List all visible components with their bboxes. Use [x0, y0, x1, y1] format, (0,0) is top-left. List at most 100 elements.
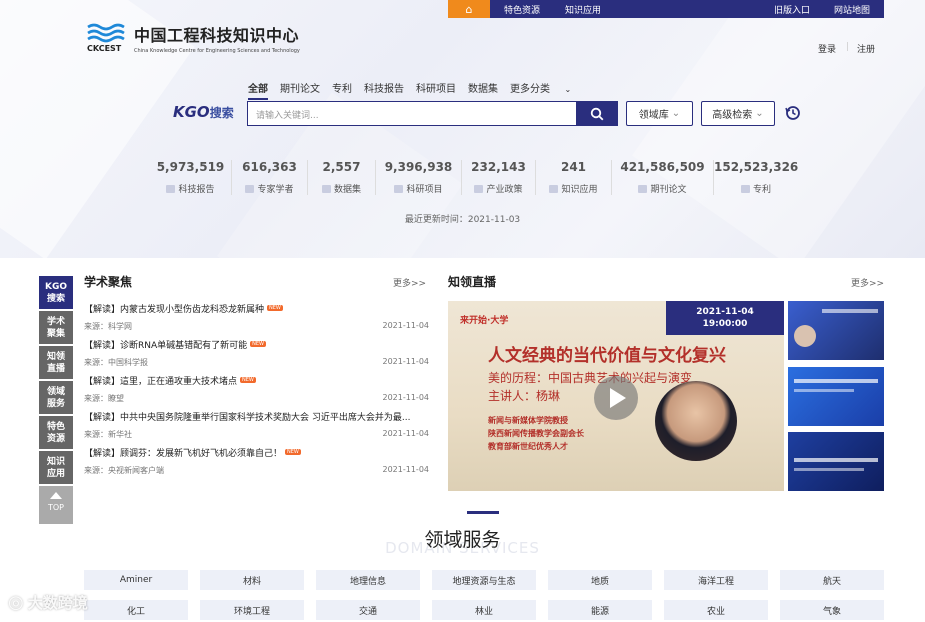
- sidenav-academic[interactable]: 学术聚集: [39, 311, 73, 344]
- domain-tile[interactable]: Aminer: [84, 570, 188, 590]
- live-speaker: 主讲人：杨琳: [488, 389, 561, 403]
- stat-label: 科研项目: [406, 185, 443, 195]
- side-nav: KGO搜索 学术聚集 知领直播 领域服务 特色资源 知识应用 TOP: [39, 276, 73, 524]
- live-more-link[interactable]: 更多>>: [851, 276, 884, 289]
- stat-experts[interactable]: 616,363 专家学者: [232, 160, 308, 195]
- domain-tile[interactable]: 林业: [432, 600, 536, 620]
- news-title[interactable]: 【解读】顾调芬：发展新飞机好飞机必须靠自己！: [84, 449, 282, 459]
- domain-tile[interactable]: 航天: [780, 570, 884, 590]
- stat-number: 5,973,519: [156, 160, 225, 174]
- domain-tile[interactable]: 交通: [316, 600, 420, 620]
- news-title[interactable]: 【解读】中共中央国务院隆重举行国家科学技术奖励大会 习近平出席大会并为最...: [84, 413, 410, 423]
- domain-select-label: 领域库: [638, 110, 669, 121]
- domain-tile[interactable]: 地理信息: [316, 570, 420, 590]
- domain-tile[interactable]: 地质: [548, 570, 652, 590]
- news-title[interactable]: 【解读】内蒙古发现小型伤齿龙科恐龙新属种: [84, 305, 264, 315]
- tab-all[interactable]: 全部: [248, 80, 268, 100]
- live-thumbnail[interactable]: [788, 301, 884, 360]
- nav-knowledge-apps[interactable]: 知识应用: [565, 3, 601, 16]
- news-source: 来源：瞭望: [84, 394, 124, 403]
- live-thumbnail[interactable]: [788, 367, 884, 426]
- back-to-top-button[interactable]: TOP: [39, 486, 73, 524]
- advanced-search-select[interactable]: 高级检索 ⌄: [701, 101, 775, 126]
- sidenav-apps[interactable]: 知识应用: [39, 451, 73, 484]
- domain-services-header: 领域服务 DOMAIN SERVICES: [0, 511, 925, 557]
- title-accent-bar: [467, 511, 499, 514]
- stat-label: 产业政策: [486, 185, 523, 195]
- watermark-logo-icon: ◎: [8, 592, 24, 613]
- news-item[interactable]: 【解读】這里，正在通攻重大技术堵点 NEW 来源：瞭望 2021-11-04: [84, 374, 429, 410]
- live-speaker-desc: 新闻与新媒体学院教授: [488, 416, 568, 425]
- journal-icon: [638, 185, 648, 193]
- new-badge: NEW: [285, 449, 301, 455]
- domain-tile[interactable]: 农业: [664, 600, 768, 620]
- domain-title: 领域服务: [424, 529, 501, 551]
- stat-label: 科技报告: [178, 185, 215, 195]
- stat-label: 数据集: [333, 185, 361, 195]
- news-item[interactable]: 【解读】中共中央国务院隆重举行国家科学技术奖励大会 习近平出席大会并为最... …: [84, 410, 429, 446]
- news-item[interactable]: 【解读】诊断RNA单碱基错配有了新可能 NEW 来源：中国科学报 2021-11-0…: [84, 338, 429, 374]
- news-item[interactable]: 【解读】顾调芬：发展新飞机好飞机必须靠自己！ NEW 来源：央视新闻客户端 2021…: [84, 446, 429, 482]
- kgo-search-brand: KGO搜索: [173, 103, 234, 121]
- stat-datasets[interactable]: 2,557 数据集: [308, 160, 376, 195]
- sidenav-featured[interactable]: 特色资源: [39, 416, 73, 449]
- sidenav-kgo-search[interactable]: KGO搜索: [39, 276, 73, 309]
- stat-policies[interactable]: 232,143 产业政策: [462, 160, 536, 195]
- advanced-search-label: 高级检索: [712, 110, 753, 121]
- stat-patents[interactable]: 152,523,326 专利: [714, 160, 798, 195]
- register-link[interactable]: 注册: [857, 42, 875, 55]
- site-logo[interactable]: CKCEST 中国工程科技知识中心 China Knowledge Centre…: [86, 22, 300, 54]
- tab-projects[interactable]: 科研项目: [416, 80, 456, 100]
- search-input[interactable]: 请输入关键词...: [247, 101, 577, 126]
- sidenav-domain[interactable]: 领域服务: [39, 381, 73, 414]
- tab-more[interactable]: 更多分类 ⌄: [510, 80, 583, 100]
- domain-tile[interactable]: 地理资源与生态: [432, 570, 536, 590]
- stat-projects[interactable]: 9,396,938 科研项目: [376, 160, 462, 195]
- top-nav-bar: ⌂ 特色资源 知识应用 旧版入口 网站地图: [448, 0, 884, 18]
- tab-patents[interactable]: 专利: [332, 80, 352, 100]
- live-date: 2021-11-04: [696, 307, 754, 317]
- live-thumbnail[interactable]: [788, 432, 884, 491]
- domain-tile[interactable]: 材料: [200, 570, 304, 590]
- stat-apps[interactable]: 241 知识应用: [536, 160, 612, 195]
- nav-site-map[interactable]: 网站地图: [834, 3, 870, 16]
- chevron-down-icon: ⌄: [671, 108, 681, 119]
- app-icon: [549, 185, 559, 193]
- stat-number: 9,396,938: [384, 160, 453, 174]
- domain-tile[interactable]: 海洋工程: [664, 570, 768, 590]
- domain-tile[interactable]: 气象: [780, 600, 884, 620]
- nav-old-version[interactable]: 旧版入口: [774, 3, 810, 16]
- stats-bar: 5,973,519 科技报告 616,363 专家学者 2,557 数据集 9,396…: [150, 160, 798, 195]
- history-icon[interactable]: [784, 104, 802, 125]
- patent-icon: [740, 185, 750, 193]
- expert-icon: [245, 185, 255, 193]
- news-item[interactable]: 【解读】内蒙古发现小型伤齿龙科恐龙新属种 NEW 来源：科学网 2021-11-04: [84, 302, 429, 338]
- news-title[interactable]: 【解读】這里，正在通攻重大技术堵点: [84, 377, 237, 387]
- home-button[interactable]: ⌂: [448, 0, 490, 18]
- domain-tile[interactable]: 能源: [548, 600, 652, 620]
- search-category-tabs: 全部 期刊论文 专利 科技报告 科研项目 数据集 更多分类 ⌄: [248, 80, 595, 100]
- chevron-down-icon: ⌄: [562, 85, 572, 94]
- stat-journals[interactable]: 421,586,509 期刊论文: [612, 160, 714, 195]
- sidenav-live[interactable]: 知领直播: [39, 346, 73, 379]
- live-featured-video[interactable]: 来开始·大学 2021-11-04 19:00:00 人文经典的当代价值与文化复…: [448, 301, 784, 491]
- live-title: 知领直播: [448, 275, 497, 289]
- play-icon[interactable]: [594, 376, 638, 420]
- login-link[interactable]: 登录: [818, 42, 836, 55]
- academic-more-link[interactable]: 更多>>: [393, 276, 426, 289]
- academic-news-list: 【解读】内蒙古发现小型伤齿龙科恐龙新属种 NEW 来源：科学网 2021-11-04…: [84, 302, 429, 482]
- domain-tile[interactable]: 环境工程: [200, 600, 304, 620]
- domain-tile[interactable]: 化工: [84, 600, 188, 620]
- stat-number: 421,586,509: [620, 160, 705, 174]
- stat-number: 2,557: [322, 160, 361, 174]
- tab-journals[interactable]: 期刊论文: [280, 80, 320, 100]
- tab-datasets[interactable]: 数据集: [468, 80, 498, 100]
- tab-reports[interactable]: 科技报告: [364, 80, 404, 100]
- watermark: ◎ 大数跨境: [8, 592, 88, 613]
- nav-featured-resources[interactable]: 特色资源: [504, 3, 540, 16]
- logo-subtitle: China Knowledge Centre for Engineering S…: [134, 48, 300, 54]
- stat-reports[interactable]: 5,973,519 科技报告: [150, 160, 232, 195]
- search-button[interactable]: [576, 101, 618, 126]
- domain-library-select[interactable]: 领域库 ⌄: [626, 101, 693, 126]
- news-title[interactable]: 【解读】诊断RNA单碱基错配有了新可能: [84, 341, 247, 351]
